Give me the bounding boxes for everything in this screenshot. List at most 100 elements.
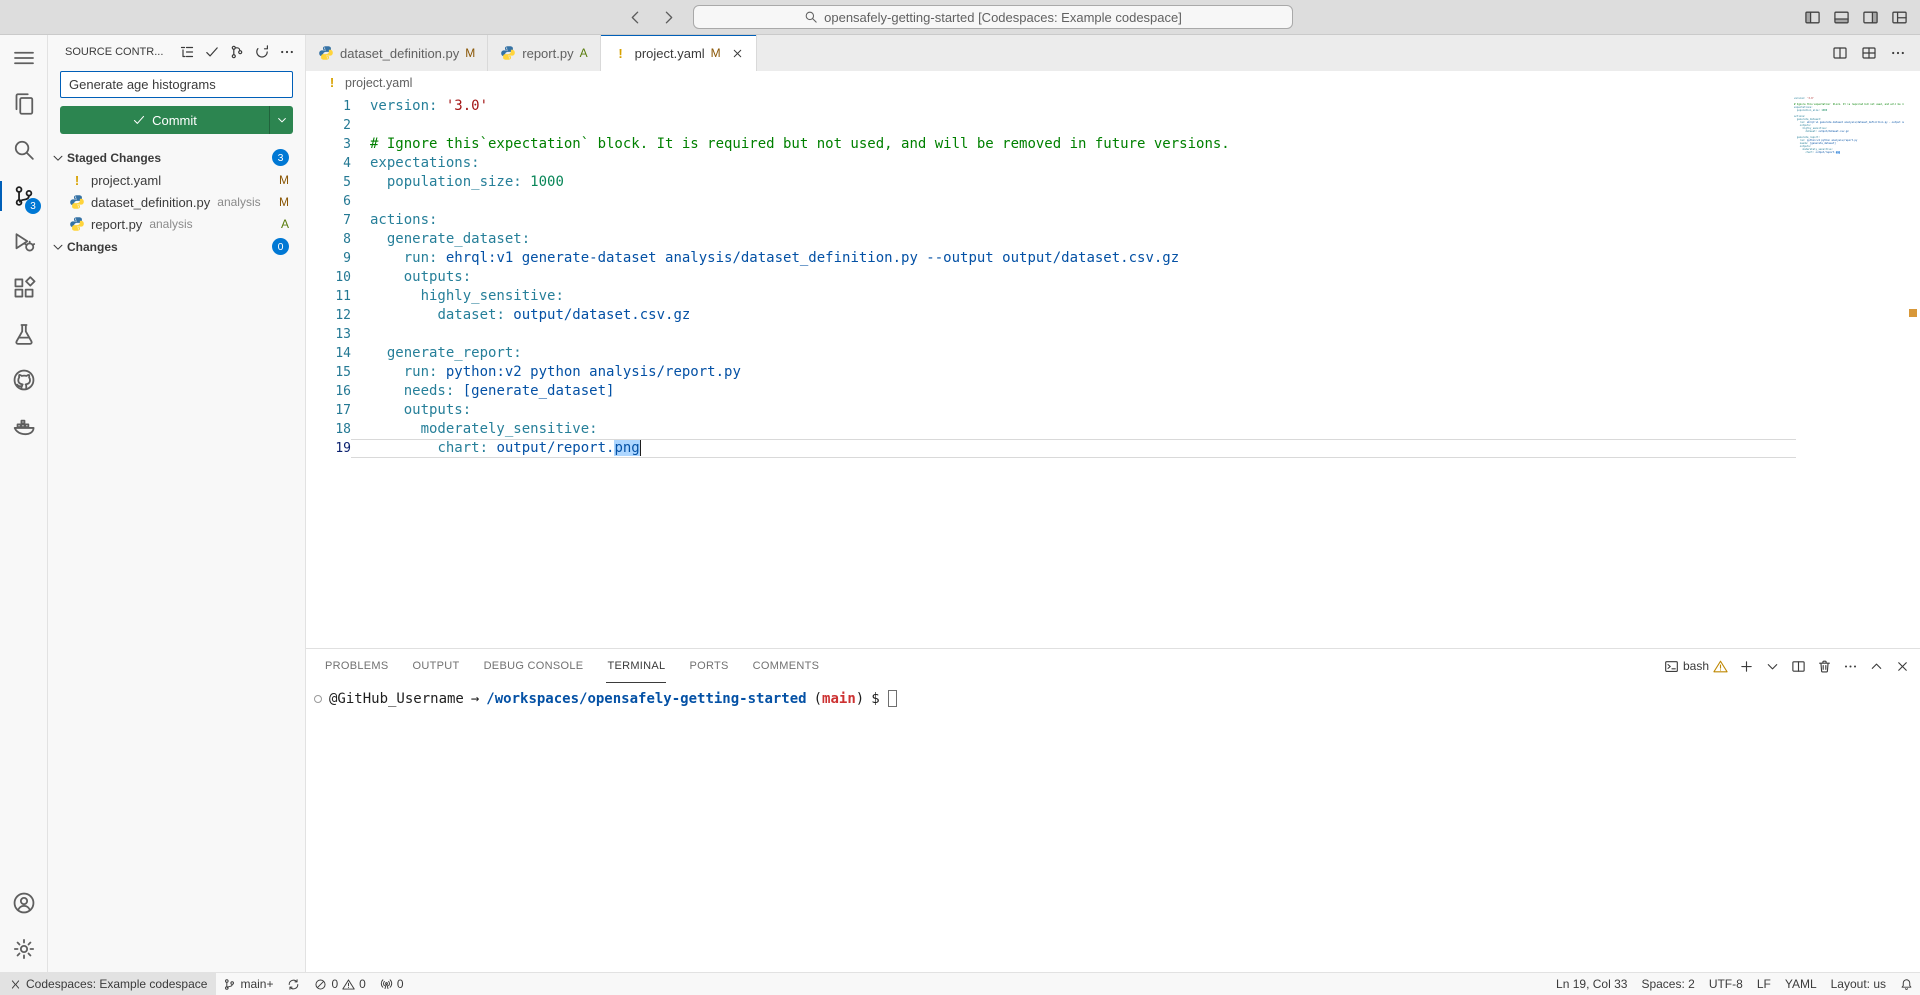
back-icon[interactable] [627, 9, 644, 26]
activity-github[interactable] [0, 357, 47, 403]
scm-file-report-py[interactable]: report.pyanalysisA [48, 213, 305, 235]
branch-icon [223, 978, 236, 991]
code-line-19[interactable]: 19 chart: output/report.png [306, 439, 1796, 458]
section-header-staged-changes[interactable]: Staged Changes3 [48, 146, 305, 169]
toggle-secondary-sidebar-icon[interactable] [1862, 9, 1879, 26]
code-line-4[interactable]: 4expectations: [306, 154, 1796, 173]
code-line-3[interactable]: 3# Ignore this`expectation` block. It is… [306, 135, 1796, 154]
activity-docker[interactable] [0, 403, 47, 449]
code-line-15[interactable]: 15 run: python:v2 python analysis/report… [306, 363, 1796, 382]
code-editor[interactable]: 1version: '3.0'23# Ignore this`expectati… [306, 94, 1920, 648]
panel-tab-ports[interactable]: PORTS [688, 649, 729, 683]
commit-message-input[interactable] [60, 71, 293, 98]
new-terminal-icon[interactable] [1739, 659, 1754, 674]
split-terminal-icon[interactable] [1791, 659, 1806, 674]
activity-run-debug[interactable] [0, 219, 47, 265]
activity-source-control[interactable]: 3 [0, 173, 47, 219]
tab-dataset-definition-py[interactable]: dataset_definition.pyM [306, 35, 488, 71]
git-graph-icon[interactable] [229, 44, 245, 60]
code-line-14[interactable]: 14 generate_report: [306, 344, 1796, 363]
status-encoding[interactable]: UTF-8 [1702, 973, 1750, 995]
section-header-changes[interactable]: Changes0 [48, 235, 305, 258]
panel-tab-problems[interactable]: PROBLEMS [324, 649, 390, 683]
activity-badge: 3 [25, 198, 41, 214]
close-icon[interactable] [731, 47, 744, 60]
editor-layout-icon[interactable] [1861, 45, 1877, 61]
python-icon [69, 194, 85, 210]
panel-tab-debug-console[interactable]: DEBUG CONSOLE [483, 649, 585, 683]
kill-terminal-icon[interactable] [1817, 659, 1832, 674]
panel-more-icon[interactable] [1843, 659, 1858, 674]
section-badge: 3 [272, 149, 289, 166]
code-line-13[interactable]: 13 [306, 325, 1796, 344]
more-actions-icon[interactable] [279, 44, 295, 60]
split-editor-icon[interactable] [1832, 45, 1848, 61]
code-line-2[interactable]: 2 [306, 116, 1796, 135]
forward-icon[interactable] [660, 9, 677, 26]
scm-file-dataset-definition-py[interactable]: dataset_definition.pyanalysisM [48, 191, 305, 213]
status-keyboard-layout[interactable]: Layout: us [1824, 973, 1893, 995]
line-number: 15 [306, 363, 351, 382]
activity-testing[interactable] [0, 311, 47, 357]
search-icon [12, 138, 36, 162]
terminal-shell-selector[interactable]: bash [1664, 659, 1728, 674]
tab-report-py[interactable]: report.pyA [488, 35, 600, 71]
terminal[interactable]: @GitHub_Username → /workspaces/opensafel… [306, 683, 1920, 972]
maximize-panel-icon[interactable] [1869, 659, 1884, 674]
activity-accounts[interactable] [0, 880, 47, 926]
status-ports[interactable]: 0 [373, 973, 411, 995]
panel-tab-terminal[interactable]: TERMINAL [606, 649, 666, 683]
customize-layout-icon[interactable] [1891, 9, 1908, 26]
commit-button[interactable]: Commit [60, 106, 293, 134]
scm-file-project-yaml[interactable]: !project.yamlM [48, 169, 305, 191]
layout-controls [1804, 9, 1908, 26]
remote-indicator[interactable]: Codespaces: Example codespace [0, 973, 216, 995]
commit-dropdown-button[interactable] [269, 106, 293, 134]
code-line-7[interactable]: 7actions: [306, 211, 1796, 230]
code-line-16[interactable]: 16 needs: [generate_dataset] [306, 382, 1796, 401]
status-cursor-position[interactable]: Ln 19, Col 33 [1549, 973, 1634, 995]
status-branch[interactable]: main+ [216, 973, 280, 995]
status-language[interactable]: YAML [1778, 973, 1824, 995]
history-navigation [627, 9, 677, 26]
activity-settings[interactable] [0, 926, 47, 972]
code-line-1[interactable]: 1version: '3.0' [306, 97, 1796, 116]
view-as-list-icon[interactable] [179, 44, 195, 60]
activity-extensions[interactable] [0, 265, 47, 311]
commit-check-icon[interactable] [204, 44, 220, 60]
tab-project-yaml[interactable]: !project.yamlM [601, 35, 757, 71]
code-line-11[interactable]: 11 highly_sensitive: [306, 287, 1796, 306]
status-sync[interactable] [280, 973, 307, 995]
panel-header: PROBLEMS OUTPUT DEBUG CONSOLE TERMINAL PORTS… [306, 649, 1920, 683]
toggle-sidebar-icon[interactable] [1804, 9, 1821, 26]
code-line-18[interactable]: 18 moderately_sensitive: [306, 420, 1796, 439]
status-eol[interactable]: LF [1750, 973, 1778, 995]
panel-tab-output[interactable]: OUTPUT [412, 649, 461, 683]
command-center-search[interactable]: opensafely-getting-started [Codespaces: … [693, 5, 1293, 29]
code-line-6[interactable]: 6 [306, 192, 1796, 211]
activity-explorer[interactable] [0, 81, 47, 127]
refresh-icon[interactable] [254, 44, 270, 60]
code-line-9[interactable]: 9 run: ehrql:v1 generate-dataset analysi… [306, 249, 1796, 268]
minimap[interactable]: version: '3.0'# Ignore this`expectation`… [1794, 97, 1904, 154]
line-content: needs: [generate_dataset] [351, 382, 1796, 401]
status-problems[interactable]: 0 0 [307, 973, 372, 995]
code-line-8[interactable]: 8 generate_dataset: [306, 230, 1796, 249]
breadcrumb[interactable]: ! project.yaml [306, 71, 1920, 94]
status-indentation[interactable]: Spaces: 2 [1634, 973, 1701, 995]
close-panel-icon[interactable] [1895, 659, 1910, 674]
toggle-panel-icon[interactable] [1833, 9, 1850, 26]
code-line-5[interactable]: 5 population_size: 1000 [306, 173, 1796, 192]
panel-tab-comments[interactable]: COMMENTS [752, 649, 821, 683]
status-notifications[interactable] [1893, 973, 1920, 995]
more-actions-icon[interactable] [1890, 45, 1906, 61]
activity-search[interactable] [0, 127, 47, 173]
code-line-10[interactable]: 10 outputs: [306, 268, 1796, 287]
command-decoration-icon[interactable] [314, 695, 322, 703]
tab-git-status: M [465, 46, 475, 60]
activity-menu[interactable] [0, 35, 47, 81]
code-line-12[interactable]: 12 dataset: output/dataset.csv.gz [306, 306, 1796, 325]
code-line-17[interactable]: 17 outputs: [306, 401, 1796, 420]
launch-profile-chevron-icon[interactable] [1765, 659, 1780, 674]
branch-label: main+ [240, 977, 273, 991]
